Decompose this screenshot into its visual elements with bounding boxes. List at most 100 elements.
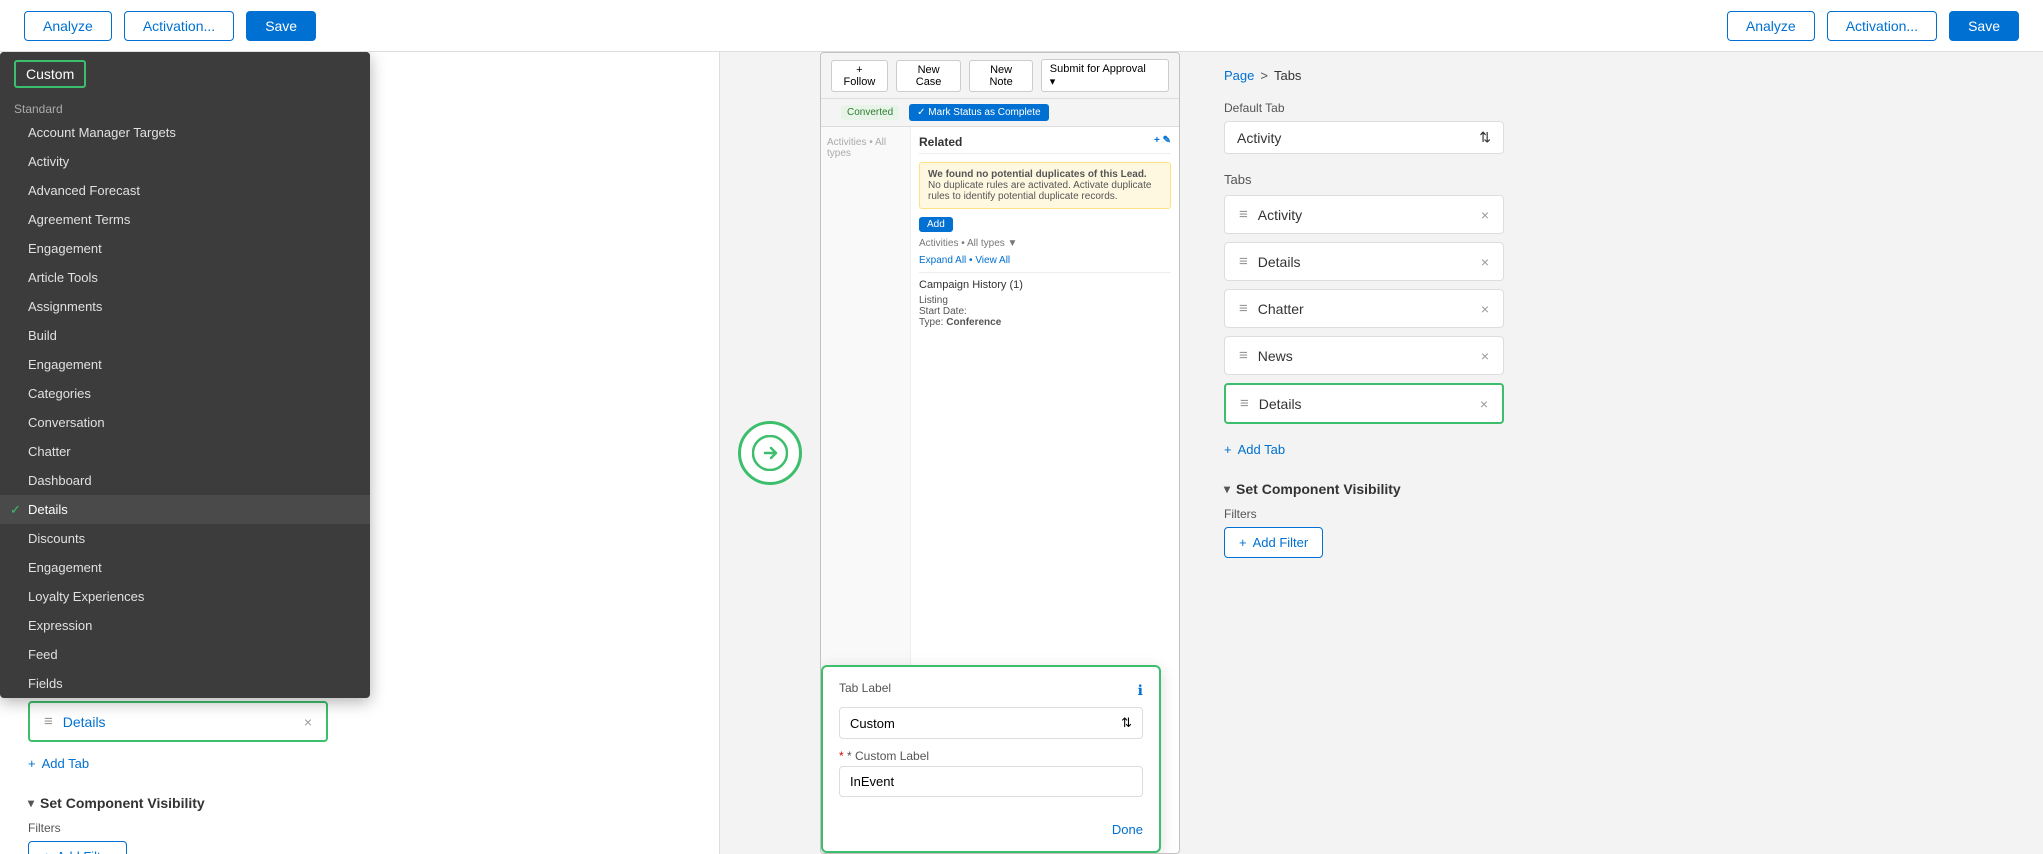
dropdown-item[interactable]: Agreement Terms xyxy=(0,205,370,234)
analyze-button-right[interactable]: Analyze xyxy=(1727,11,1815,41)
right-drag-handle-icon[interactable]: ≡ xyxy=(1239,206,1248,223)
dropdown-item[interactable]: Engagement xyxy=(0,553,370,582)
right-chevron-down-icon: ▾ xyxy=(1224,482,1230,496)
main-content: Custom Standard Account Manager TargetsA… xyxy=(0,52,2043,854)
save-button-right[interactable]: Save xyxy=(1949,11,2019,41)
filter-bar: Activities • All types ▼ xyxy=(919,238,1171,249)
set-visibility-header-left[interactable]: ▾ Set Component Visibility xyxy=(28,795,691,811)
toolbar: Analyze Activation... Save Analyze Activ… xyxy=(0,0,2043,52)
new-note-button[interactable]: New Note xyxy=(969,60,1032,92)
right-default-tab-chevron: ⇅ xyxy=(1479,129,1491,146)
right-default-tab-select[interactable]: Activity ⇅ xyxy=(1224,121,1504,154)
right-add-tab-plus: + xyxy=(1224,442,1232,457)
right-add-filter-button[interactable]: + Add Filter xyxy=(1224,527,1323,558)
preview-topbar: + Follow New Case New Note Submit for Ap… xyxy=(821,53,1179,99)
add-tab-button-left[interactable]: + Add Tab xyxy=(28,750,691,777)
add-filter-button-left[interactable]: + Add Filter xyxy=(28,841,127,854)
right-close-icon[interactable]: × xyxy=(1481,348,1489,364)
right-drag-handle-icon[interactable]: ≡ xyxy=(1239,347,1248,364)
close-icon[interactable]: × xyxy=(304,714,312,730)
submit-approval-dropdown[interactable]: Submit for Approval ▾ xyxy=(1041,59,1169,92)
right-drag-handle-icon[interactable]: ≡ xyxy=(1239,300,1248,317)
duplicate-notice: We found no potential duplicates of this… xyxy=(919,162,1171,209)
right-breadcrumb-page[interactable]: Page xyxy=(1224,68,1254,83)
dropdown-item[interactable]: Assignments xyxy=(0,292,370,321)
right-set-visibility-header[interactable]: ▾ Set Component Visibility xyxy=(1224,481,2019,497)
dropdown-standard-label: Standard xyxy=(0,96,370,118)
activation-button-left[interactable]: Activation... xyxy=(124,11,234,41)
dropdown-item[interactable]: Loyalty Experiences xyxy=(0,582,370,611)
follow-button[interactable]: + Follow xyxy=(831,60,888,92)
dropdown-custom-button[interactable]: Custom xyxy=(14,60,86,88)
dropdown-item[interactable]: Build xyxy=(0,321,370,350)
add-filter-label-left: Add Filter xyxy=(57,849,113,854)
dropdown-item[interactable]: Advanced Forecast xyxy=(0,176,370,205)
right-tab-row: ≡Activity× xyxy=(1224,195,1504,234)
right-add-filter-plus: + xyxy=(1239,535,1247,550)
sidebar-mini-text: Activities • All types xyxy=(827,133,904,163)
center-preview: + Follow New Case New Note Submit for Ap… xyxy=(820,52,1180,854)
popup-required-label: * * Custom Label xyxy=(839,749,1143,763)
right-set-visibility-section: ▾ Set Component Visibility Filters + Add… xyxy=(1224,481,2019,558)
dropdown-item[interactable]: Engagement xyxy=(0,350,370,379)
right-filters-label: Filters xyxy=(1224,507,2019,521)
right-breadcrumb-current: Tabs xyxy=(1274,68,1301,83)
dropdown-item[interactable]: Expression xyxy=(0,611,370,640)
filters-label-left: Filters xyxy=(28,821,691,835)
right-drag-handle-icon[interactable]: ≡ xyxy=(1239,253,1248,270)
add-tab-plus-left: + xyxy=(28,756,36,771)
right-close-icon[interactable]: × xyxy=(1480,396,1488,412)
arrow-circle xyxy=(738,421,802,485)
dropdown-item[interactable]: Conversation xyxy=(0,408,370,437)
popup-select[interactable]: Custom ⇅ xyxy=(839,707,1143,739)
tab-name[interactable]: Details xyxy=(63,714,106,730)
right-close-icon[interactable]: × xyxy=(1481,301,1489,317)
custom-label-input[interactable] xyxy=(839,766,1143,797)
right-add-filter-label: Add Filter xyxy=(1253,535,1309,550)
right-add-tab-button[interactable]: + Add Tab xyxy=(1224,436,2019,463)
right-tab-row: ≡Details× xyxy=(1224,383,1504,424)
right-close-icon[interactable]: × xyxy=(1481,254,1489,270)
dropdown-item[interactable]: Account Manager Targets xyxy=(0,118,370,147)
dropdown-item[interactable]: Engagement xyxy=(0,234,370,263)
right-tab-row: ≡News× xyxy=(1224,336,1504,375)
right-tab-row: ≡ Details × xyxy=(1224,242,1504,281)
dropdown-item[interactable]: Activity xyxy=(0,147,370,176)
converted-tag: Converted xyxy=(841,105,899,120)
activation-button-right[interactable]: Activation... xyxy=(1827,11,1937,41)
right-add-tab-label: Add Tab xyxy=(1238,442,1285,457)
popup-cursor-area: Done xyxy=(839,807,1143,837)
check-icon: ✓ xyxy=(10,502,21,518)
dropdown-item[interactable]: ✓Details xyxy=(0,495,370,524)
dropdown-item[interactable]: Article Tools xyxy=(0,263,370,292)
dropdown-item[interactable]: Dashboard xyxy=(0,466,370,495)
dropdown-item[interactable]: Fields xyxy=(0,669,370,698)
related-tab-header: + ✎ Related xyxy=(919,135,1171,154)
popup-select-chevron: ⇅ xyxy=(1121,715,1132,731)
dropdown-item[interactable]: Categories xyxy=(0,379,370,408)
right-breadcrumb: Page > Tabs xyxy=(1224,68,2019,83)
drag-handle-icon[interactable]: ≡ xyxy=(44,713,53,730)
save-button-left[interactable]: Save xyxy=(246,11,316,41)
info-icon: ℹ xyxy=(1138,682,1143,699)
tab-label-popup: Tab Label ℹ Custom ⇅ * * Custom Label Do… xyxy=(821,665,1161,853)
right-drag-handle-icon[interactable]: ≡ xyxy=(1240,395,1249,412)
set-visibility-section-left: ▾ Set Component Visibility Filters + Add… xyxy=(28,795,691,854)
right-default-tab-value: Activity xyxy=(1237,130,1281,146)
right-close-icon[interactable]: × xyxy=(1481,207,1489,223)
mark-status-button[interactable]: ✓ Mark Status as Complete xyxy=(909,104,1048,121)
dropdown-item[interactable]: Discounts xyxy=(0,524,370,553)
expand-all-link[interactable]: Expand All • View All xyxy=(919,255,1171,266)
analyze-button-left[interactable]: Analyze xyxy=(24,11,112,41)
right-arrow-icon xyxy=(752,435,788,471)
new-case-button[interactable]: New Case xyxy=(896,60,962,92)
right-tab-name: Chatter xyxy=(1258,301,1304,317)
right-tab-row: ≡ Chatter × xyxy=(1224,289,1504,328)
toolbar-right: Analyze Activation... Save xyxy=(1727,11,2019,41)
right-tab-name: Details xyxy=(1258,254,1301,270)
add-button-preview[interactable]: Add xyxy=(919,217,953,232)
dropdown-item[interactable]: Feed xyxy=(0,640,370,669)
popup-select-value: Custom xyxy=(850,716,895,731)
done-link[interactable]: Done xyxy=(1112,822,1143,837)
dropdown-item[interactable]: Chatter xyxy=(0,437,370,466)
